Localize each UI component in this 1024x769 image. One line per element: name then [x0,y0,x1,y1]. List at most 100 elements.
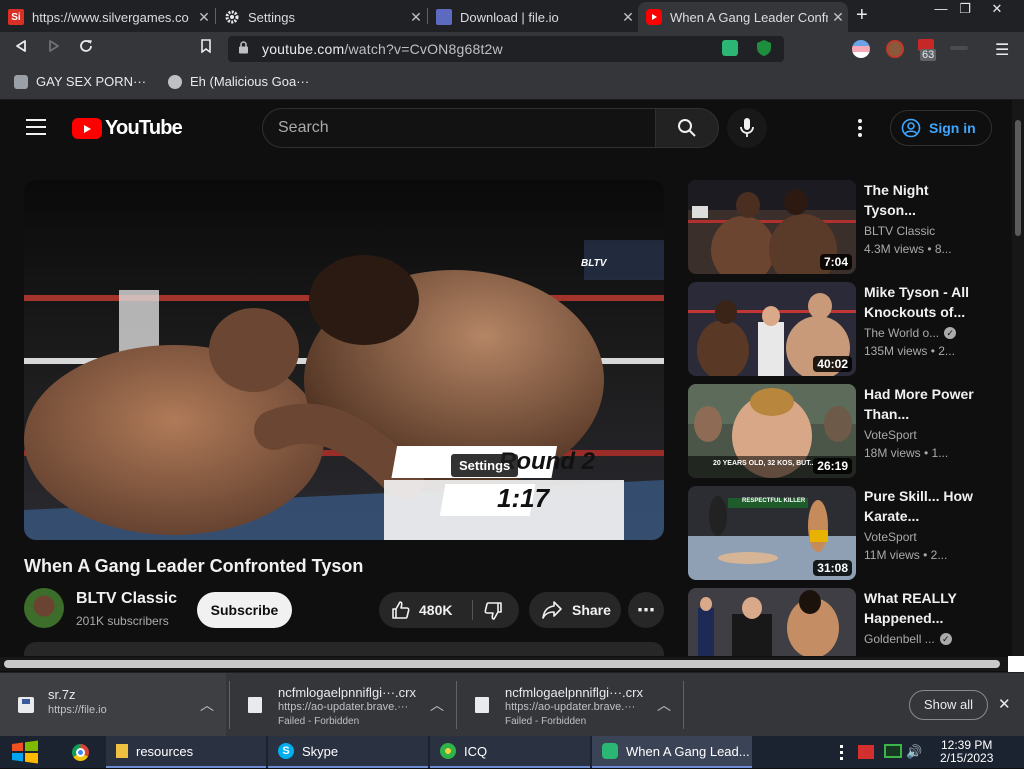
download-item[interactable]: ncfmlogaelpnniflgi···.crx https://ao-upd… [457,673,683,737]
folder-icon [116,744,128,758]
taskbar-item-skype[interactable]: S Skype [268,736,428,768]
recommended-video[interactable]: 40:02 Mike Tyson - All Knockouts of... T… [688,282,998,378]
address-bar[interactable]: youtube.com/watch?v=CvON8g68t2w [228,36,784,62]
more-options-icon[interactable] [858,119,862,137]
taskbar-label: ICQ [464,743,488,759]
extension-icon[interactable] [722,40,738,56]
recommended-channel[interactable]: BLTV Classic [864,224,935,238]
taskbar-item-icq[interactable]: ICQ [430,736,590,768]
video-thumbnail[interactable]: 40:02 [688,282,856,376]
recommended-video[interactable]: RESPECTFUL KILLER 31:08 Pure Skill... Ho… [688,486,998,582]
silvergames-favicon-icon: Si [8,9,24,25]
bookmarks-bar: GAY SEX PORN··· Eh (Malicious Goa··· [0,66,1024,100]
horizontal-scrollbar[interactable] [0,657,1012,671]
duration-badge: 7:04 [819,254,852,270]
back-button[interactable] [10,38,32,60]
pride-extension-icon[interactable] [852,40,870,58]
channel-avatar[interactable] [24,588,64,628]
voice-search-button[interactable] [727,108,767,148]
tab-silvergames[interactable]: Si https://www.silvergames.co ✕ [0,2,214,32]
thumbnail-caption: 20 YEARS OLD, 32 KOS, BUT... [713,460,816,467]
recommended-video[interactable]: 20 YEARS OLD, 32 KOS, BUT... 26:19 Had M… [688,384,998,480]
show-all-downloads-button[interactable]: Show all [909,690,988,720]
scrollbar-thumb[interactable] [4,660,1000,668]
reload-button[interactable] [75,38,97,60]
description-box[interactable] [24,642,664,656]
maximize-button[interactable]: ❐ [950,0,980,20]
chevron-up-icon[interactable]: ︿ [657,695,671,715]
search-button[interactable] [655,108,719,148]
scrollbar-thumb[interactable] [1015,120,1021,236]
close-icon[interactable]: ✕ [828,9,848,26]
tab-youtube-active[interactable]: When A Gang Leader Confro ✕ [638,2,848,32]
recommended-channel[interactable]: Goldenbell ... ✓ [864,632,952,646]
network-icon[interactable] [884,744,902,758]
duration-badge: 40:02 [813,356,852,372]
recommended-channel[interactable]: VoteSport [864,530,917,544]
taskbar-item-browser[interactable]: When A Gang Lead... [592,736,752,768]
start-button[interactable] [10,740,40,764]
like-count: 480K [419,602,453,618]
tab-settings[interactable]: Settings ✕ [216,2,426,32]
bookmark-item[interactable]: GAY SEX PORN··· [14,74,146,89]
share-button[interactable]: Share [529,592,621,628]
close-icon[interactable]: ✕ [618,9,638,26]
shield-icon[interactable] [756,39,772,62]
recommended-title[interactable]: What REALLY Happened... [864,588,974,628]
channel-row: BLTV Classic 201K subscribers Subscribe … [24,588,664,632]
close-icon[interactable]: ✕ [406,9,426,26]
recommended-video[interactable]: What REALLY Happened... Goldenbell ... ✓ [688,588,998,656]
new-tab-button[interactable]: + [856,4,868,27]
archive-file-icon [18,697,34,713]
close-shelf-icon[interactable]: ✕ [998,695,1011,713]
share-icon [542,601,562,619]
video-thumbnail[interactable] [688,588,856,656]
youtube-logo[interactable]: YouTube [72,117,183,140]
sign-in-button[interactable]: Sign in [890,110,992,146]
vertical-scrollbar[interactable] [1012,100,1024,660]
overflow-icon[interactable] [840,745,843,760]
chevron-up-icon[interactable]: ︿ [430,695,444,715]
search-input[interactable]: Search [262,108,656,148]
hamburger-icon[interactable] [26,119,46,135]
volume-icon[interactable]: 🔊 [906,744,922,760]
download-item[interactable]: ncfmlogaelpnniflgi···.crx https://ao-upd… [230,673,456,737]
recommended-video[interactable]: 7:04 The Night Tyson... BLTV Classic 4.3… [688,180,998,276]
dislike-button[interactable] [483,601,503,624]
recommended-meta: 135M views • 2... [864,344,955,358]
more-actions-button[interactable]: ⋯ [628,592,664,628]
recommended-title[interactable]: Had More Power Than... [864,384,974,424]
menu-icon[interactable]: ☰ [995,40,1009,60]
chrome-icon[interactable] [72,744,89,761]
skype-icon: S [278,743,294,759]
system-clock[interactable]: 12:39 PM 2/15/2023 [940,739,993,765]
taskbar-label: resources [136,743,194,759]
channel-name[interactable]: BLTV Classic [76,590,177,608]
video-title: When A Gang Leader Confronted Tyson [24,556,364,576]
subscribe-button[interactable]: Subscribe [197,592,292,628]
close-icon[interactable]: ✕ [194,9,214,26]
bookmark-item[interactable]: Eh (Malicious Goa··· [168,74,309,89]
video-player[interactable]: BLTV Round 2 1:17 Settings [24,180,664,540]
extension-icon[interactable] [950,46,968,50]
recommended-title[interactable]: The Night Tyson... [864,180,974,220]
video-thumbnail[interactable]: RESPECTFUL KILLER 31:08 [688,486,856,580]
video-thumbnail[interactable]: 20 YEARS OLD, 32 KOS, BUT... 26:19 [688,384,856,478]
taskbar-item-resources[interactable]: resources [106,736,266,768]
recommended-title[interactable]: Mike Tyson - All Knockouts of... [864,282,974,322]
recommended-channel[interactable]: VoteSport [864,428,917,442]
bookmark-icon[interactable] [195,38,217,60]
recommended-channel[interactable]: The World o... ✓ [864,326,957,340]
window-close-button[interactable]: ✕ [982,0,1012,20]
chevron-up-icon[interactable]: ︿ [200,695,214,715]
flag-icon[interactable] [858,745,874,759]
verified-icon: ✓ [944,327,957,339]
avatar-extension-icon[interactable] [886,40,904,58]
video-thumbnail[interactable]: 7:04 [688,180,856,274]
lock-icon [238,41,249,57]
forward-button[interactable] [43,38,65,60]
tab-file-io[interactable]: Download | file.io ✕ [428,2,638,32]
download-item[interactable]: sr.7z https://file.io ︿ [0,673,226,737]
like-button[interactable] [391,600,411,623]
recommended-title[interactable]: Pure Skill... How Karate... [864,486,974,526]
